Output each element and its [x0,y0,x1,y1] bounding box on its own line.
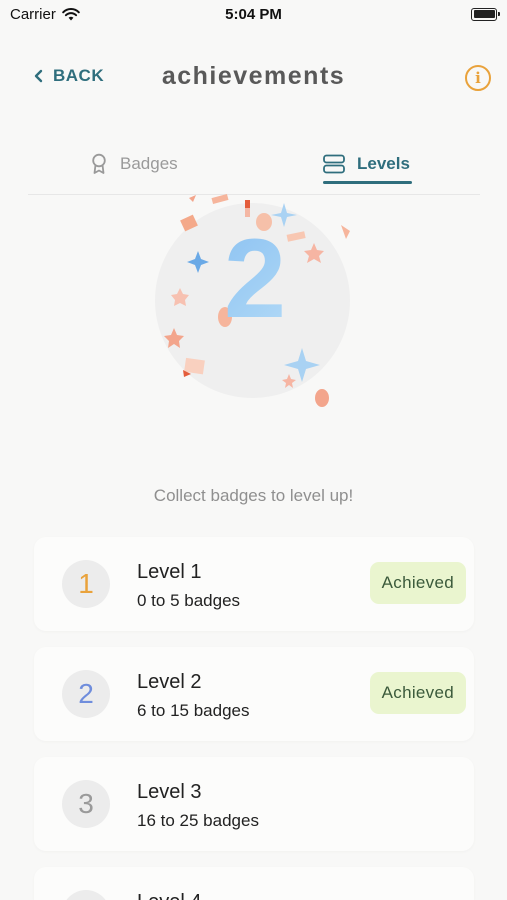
current-level-number: 2 [150,223,360,335]
level-number-badge: 2 [62,670,110,718]
level-number-badge: 1 [62,560,110,608]
carrier-label: Carrier [10,5,56,23]
tab-badges[interactable]: Badges [90,144,178,184]
status-bar: Carrier 5:04 PM [0,0,507,28]
achieved-badge: Achieved [369,562,466,604]
level-card-3[interactable]: 3 Level 3 16 to 25 badges [34,757,474,851]
levels-icon [323,154,345,174]
tab-badges-label: Badges [120,154,178,173]
level-range: 6 to 15 badges [137,701,250,720]
page-title: achievements [161,62,346,90]
level-title: Level 1 [137,561,202,583]
wifi-icon [62,7,80,20]
level-range: 16 to 25 badges [137,811,259,830]
level-card-4[interactable]: Level 4 [34,867,474,900]
ribbon-icon [92,153,106,174]
level-title: Level 2 [137,671,202,693]
info-icon[interactable]: i [465,65,491,91]
level-title: Level 3 [137,781,202,803]
tab-levels-label: Levels [357,154,410,173]
status-left: Carrier [10,6,80,23]
level-range: 0 to 5 badges [137,591,241,610]
level-number-badge [62,890,110,900]
battery-icon [471,7,500,21]
level-card-2[interactable]: 2 Level 2 6 to 15 badges Achieved [34,647,474,741]
level-number-badge: 3 [62,780,110,828]
tab-bar: Badges Levels [28,140,480,195]
level-card-1[interactable]: 1 Level 1 0 to 5 badges Achieved [34,537,474,631]
active-tab-indicator [323,181,412,184]
tab-levels[interactable]: Levels [323,144,410,184]
level-up-hint: Collect badges to level up! [153,486,354,505]
achieved-badge: Achieved [369,672,466,714]
level-hero: 2 [150,193,360,408]
level-title: Level 4 [137,891,202,900]
nav-bar: BACK achievements i [0,58,507,100]
